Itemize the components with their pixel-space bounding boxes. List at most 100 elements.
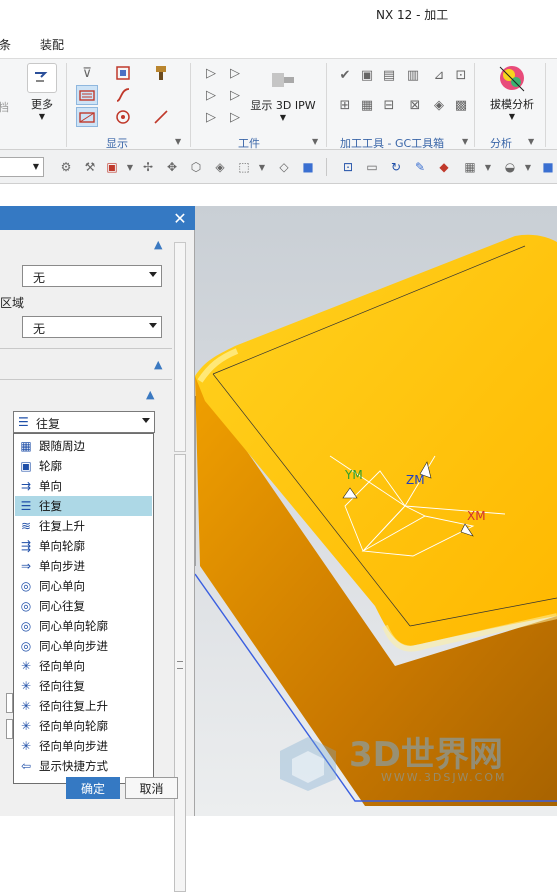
region-label: 区域 bbox=[0, 296, 25, 310]
hidden-field[interactable] bbox=[6, 719, 13, 739]
graphics-viewport[interactable]: YM ZM XM bbox=[195, 206, 557, 816]
cut-pattern-option[interactable]: ☰ 往复 bbox=[15, 496, 152, 516]
cut-pattern-option[interactable]: ⇦ 显示快捷方式 bbox=[15, 756, 152, 776]
dialog-title-bar: ✕ bbox=[0, 206, 195, 230]
tool-display-icon[interactable] bbox=[112, 63, 134, 83]
cut-pattern-combo[interactable]: ☰ 往复 bbox=[13, 411, 155, 433]
chevron-down-icon bbox=[142, 418, 150, 423]
workpiece-tool-icon-6[interactable]: ▷ bbox=[224, 107, 246, 127]
more-dropdown-icon: ▼ bbox=[38, 112, 46, 121]
more-button[interactable]: 更多 ▼ bbox=[22, 63, 62, 121]
tool-holder-icon[interactable] bbox=[150, 63, 172, 83]
gc-tool-icon-11[interactable]: ◈ bbox=[428, 95, 450, 115]
gc-tool-icon-6[interactable]: ⊡ bbox=[450, 65, 472, 85]
cut-pattern-option[interactable]: ◎ 同心单向步进 bbox=[15, 636, 152, 656]
rotate-icon[interactable]: ↻ bbox=[388, 159, 404, 175]
fit-view-icon[interactable]: ⊡ bbox=[340, 159, 356, 175]
gc-tool-icon-3[interactable]: ▤ bbox=[378, 65, 400, 85]
select-body-icon[interactable]: ◈ bbox=[212, 159, 228, 175]
draft-analysis-button[interactable]: 拔模分析 ▼ bbox=[484, 63, 540, 121]
cut-pattern-option[interactable]: ◎ 同心往复 bbox=[15, 596, 152, 616]
cut-pattern-option[interactable]: ▣ 轮廓 bbox=[15, 456, 152, 476]
tools-group-expand-icon[interactable]: ▼ bbox=[462, 137, 468, 146]
curve-icon[interactable] bbox=[112, 85, 134, 105]
render-style-icon[interactable]: ◒ bbox=[502, 159, 518, 175]
workpiece-tool-icon-3[interactable]: ▷ bbox=[200, 85, 222, 105]
line-icon[interactable] bbox=[150, 107, 172, 127]
selection-scope-dropdown-icon[interactable]: ▼ bbox=[122, 159, 138, 175]
cut-pattern-option[interactable]: ✳ 径向单向步进 bbox=[15, 736, 152, 756]
hexagon-icon[interactable]: ⬡ bbox=[188, 159, 204, 175]
cut-pattern-option[interactable]: ⇉ 单向 bbox=[15, 476, 152, 496]
gc-tool-icon-5[interactable]: ⊿ bbox=[428, 65, 450, 85]
filter-icon[interactable]: ⊽ bbox=[76, 63, 98, 83]
cut-pattern-option[interactable]: ✳ 径向往复上升 bbox=[15, 696, 152, 716]
gc-tool-icon-10[interactable]: ⊠ bbox=[404, 95, 426, 115]
analysis-group-expand-icon[interactable]: ▼ bbox=[528, 137, 534, 146]
display-mode-icon[interactable] bbox=[76, 85, 98, 105]
zig-with-contour-icon: ⇶ bbox=[20, 539, 32, 553]
cut-pattern-option[interactable]: ◎ 同心单向轮廓 bbox=[15, 616, 152, 636]
orient-view-icon[interactable]: ▦ bbox=[462, 159, 478, 175]
gc-tool-icon-1[interactable]: ✔ bbox=[334, 65, 356, 85]
selection-scope-icon[interactable]: ▣ bbox=[104, 159, 120, 175]
zig-zag-ramp-icon: ≋ bbox=[20, 519, 32, 533]
gc-tool-icon-4[interactable]: ▥ bbox=[402, 65, 424, 85]
cut-pattern-option[interactable]: ✳ 径向往复 bbox=[15, 676, 152, 696]
geometry-combo-1[interactable]: 无 bbox=[22, 265, 162, 287]
close-icon[interactable]: ✕ bbox=[170, 208, 190, 228]
display-group-expand-icon[interactable]: ▼ bbox=[175, 137, 181, 146]
select-feature-icon[interactable]: ⚒ bbox=[82, 159, 98, 175]
gc-tool-icon-7[interactable]: ⊞ bbox=[334, 95, 356, 115]
view-cube-icon[interactable]: ■ bbox=[540, 159, 556, 175]
collapse-section-icon[interactable]: ▲ bbox=[154, 358, 162, 371]
point-icon[interactable] bbox=[112, 107, 134, 127]
cut-pattern-option[interactable]: ✳ 径向单向轮廓 bbox=[15, 716, 152, 736]
cut-pattern-dropdown: ▦ 跟随周边 ▣ 轮廓 ⇉ 单向 ☰ 往复 ≋ 往复上升 ⇶ 单向轮廓 ⇒ 单向步进 ◎ 同心单向 ◎ 同心往复 ◎… bbox=[13, 433, 154, 784]
render-style-dropdown-icon[interactable]: ▼ bbox=[520, 159, 536, 175]
select-gear-icon[interactable]: ⚙ bbox=[58, 159, 74, 175]
clip-icon[interactable]: ◆ bbox=[436, 159, 452, 175]
menu-item-assembly[interactable]: 装配 bbox=[40, 36, 64, 53]
radial-zig-icon: ✳ bbox=[20, 659, 32, 673]
type-filter-combo[interactable]: ▼ bbox=[0, 157, 44, 177]
select-edge-icon[interactable]: ✥ bbox=[164, 159, 180, 175]
orient-view-dropdown-icon[interactable]: ▼ bbox=[480, 159, 496, 175]
cut-pattern-option[interactable]: ▦ 跟随周边 bbox=[15, 436, 152, 456]
workpiece-tool-icon-2[interactable]: ▷ bbox=[224, 63, 246, 83]
gc-tool-icon-9[interactable]: ⊟ bbox=[378, 95, 400, 115]
gc-tool-icon-2[interactable]: ▣ bbox=[356, 65, 378, 85]
show-3d-ipw-button[interactable]: 显示 3D IPW ▼ bbox=[250, 67, 316, 122]
zig-icon: ⇉ bbox=[20, 479, 32, 493]
snap-icon[interactable]: ✢ bbox=[140, 159, 156, 175]
dialog-scrollbar-upper[interactable] bbox=[174, 242, 186, 452]
pan-icon[interactable]: ✎ bbox=[412, 159, 428, 175]
workpiece-group-label: 工件 bbox=[238, 137, 260, 150]
hidden-field[interactable] bbox=[6, 693, 13, 713]
workpiece-group-expand-icon[interactable]: ▼ bbox=[312, 137, 318, 146]
collapse-subsection-icon[interactable]: ▲ bbox=[146, 388, 154, 401]
cut-pattern-option[interactable]: ◎ 同心单向 bbox=[15, 576, 152, 596]
collapse-section-icon[interactable]: ▲ bbox=[154, 238, 162, 251]
rectangle-select-icon[interactable]: ⬚ bbox=[236, 159, 252, 175]
shaded-cube-icon[interactable]: ■ bbox=[300, 159, 316, 175]
cancel-button[interactable]: 取消 bbox=[125, 777, 178, 799]
gc-tool-icon-8[interactable]: ▦ bbox=[356, 95, 378, 115]
cut-pattern-option[interactable]: ⇶ 单向轮廓 bbox=[15, 536, 152, 556]
cut-pattern-option[interactable]: ⇒ 单向步进 bbox=[15, 556, 152, 576]
cut-pattern-option[interactable]: ✳ 径向单向 bbox=[15, 656, 152, 676]
workpiece-tool-icon-1[interactable]: ▷ bbox=[200, 63, 222, 83]
geometry-combo-2[interactable]: 无 bbox=[22, 316, 162, 338]
workpiece-tool-icon-4[interactable]: ▷ bbox=[224, 85, 246, 105]
ok-button[interactable]: 确定 bbox=[66, 777, 120, 799]
zoom-window-icon[interactable]: ▭ bbox=[364, 159, 380, 175]
workpiece-tool-icon-5[interactable]: ▷ bbox=[200, 107, 222, 127]
selection-toolbar: ▼ ⚙ ⚒ ▣ ▼ ✢ ✥ ⬡ ◈ ⬚ ▼ ◇ ■ ⊡ ▭ ↻ ✎ ◆ ▦ ▼ … bbox=[0, 150, 557, 184]
dialog-scrollbar[interactable] bbox=[174, 454, 186, 892]
cut-pattern-option[interactable]: ≋ 往复上升 bbox=[15, 516, 152, 536]
menu-item-partial[interactable]: 条 bbox=[0, 36, 11, 53]
gc-tool-icon-12[interactable]: ▩ bbox=[450, 95, 472, 115]
rectangle-select-dropdown-icon[interactable]: ▼ bbox=[254, 159, 270, 175]
select-face-icon[interactable]: ◇ bbox=[276, 159, 292, 175]
display-path-icon[interactable] bbox=[76, 107, 98, 127]
